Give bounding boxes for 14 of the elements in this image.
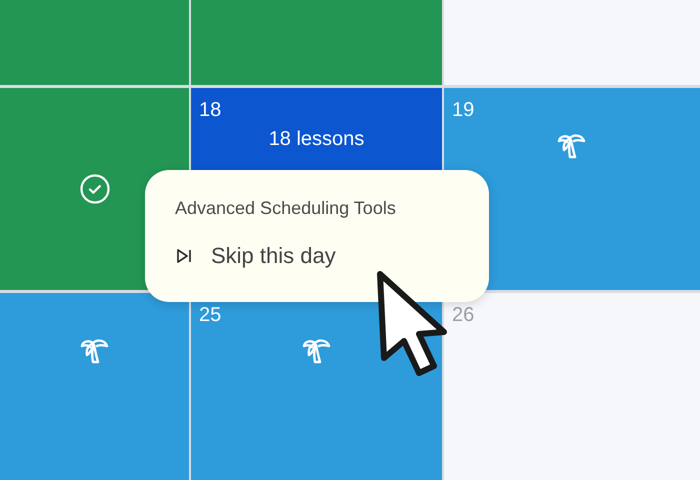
day-number: 19: [452, 100, 474, 120]
menu-title: Advanced Scheduling Tools: [175, 198, 397, 219]
calendar-day-cell[interactable]: [0, 293, 189, 480]
day-number: 26: [452, 305, 474, 325]
calendar-day-cell[interactable]: 26: [444, 293, 700, 480]
calendar-day-cell[interactable]: [0, 0, 189, 85]
calendar-day-cell[interactable]: [191, 0, 442, 85]
skip-forward-icon: [175, 247, 193, 265]
skip-day-menu-item[interactable]: Skip this day: [175, 243, 336, 269]
calendar-day-cell[interactable]: [444, 0, 700, 85]
day-number: 25: [199, 305, 222, 325]
day-number: 18: [199, 100, 222, 120]
calendar-day-cell[interactable]: 19: [444, 88, 700, 290]
lesson-count: 18 lessons: [268, 128, 364, 151]
